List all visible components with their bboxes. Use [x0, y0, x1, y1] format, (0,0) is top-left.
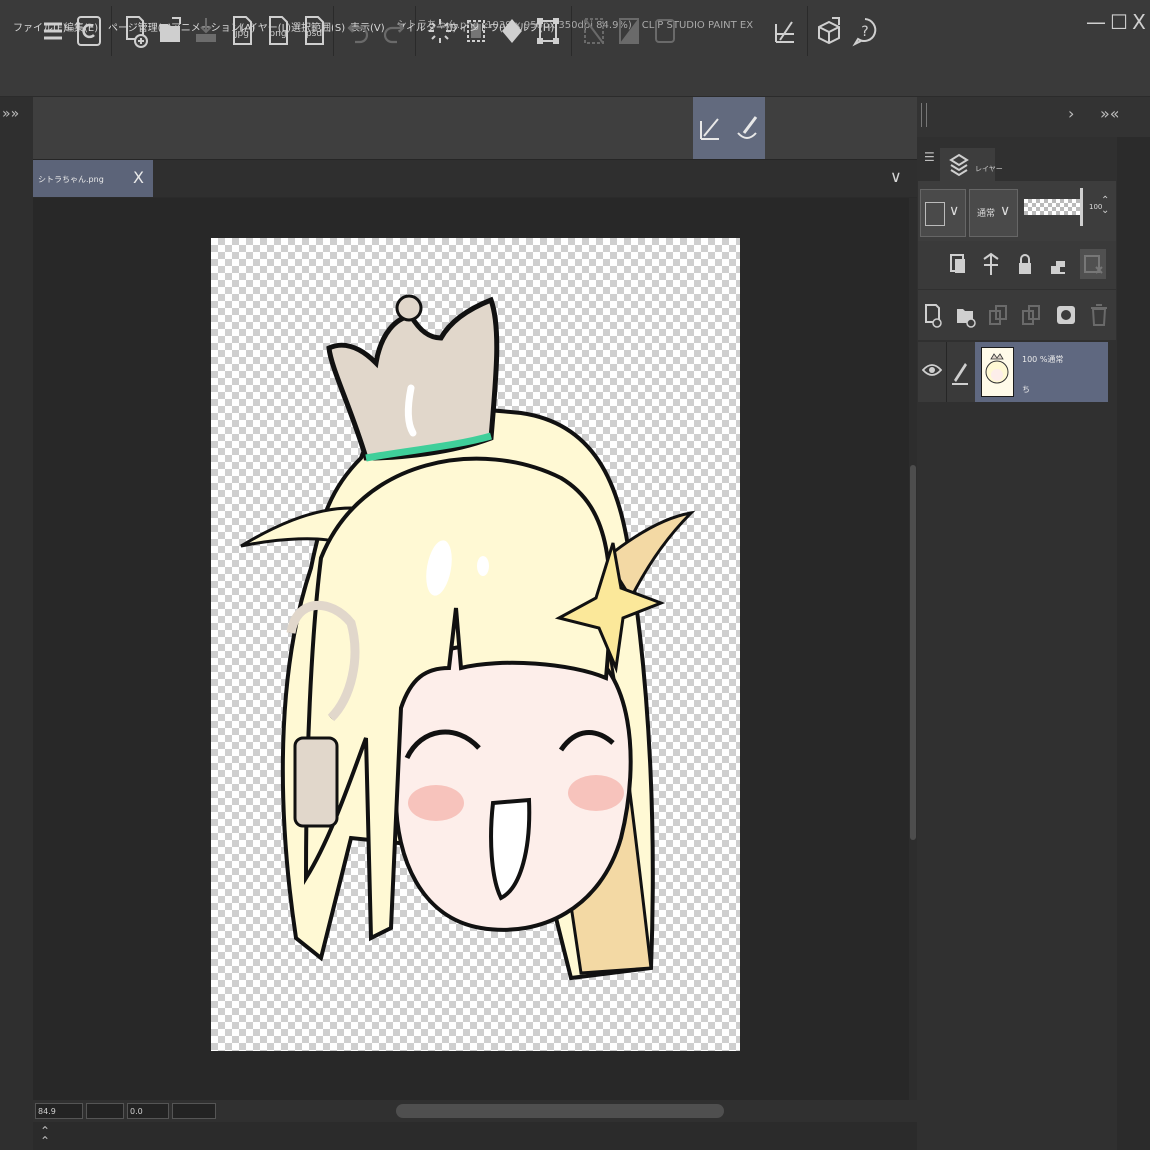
document-tab-label: シトラちゃん.png — [38, 175, 104, 184]
hair-highlight-small — [477, 556, 489, 576]
pen-icon[interactable] — [950, 358, 970, 390]
jpg-label: jpg — [234, 29, 249, 39]
opacity-slider-handle[interactable] — [1080, 188, 1083, 226]
toolbar-separator — [111, 6, 112, 56]
zoom-slider[interactable] — [86, 1103, 124, 1119]
help-icon[interactable]: ? — [848, 7, 882, 55]
invert-selection-icon — [612, 7, 646, 55]
chevron-down-icon[interactable]: ∨ — [890, 167, 902, 186]
show-selection-icon — [648, 7, 682, 55]
panel-menu-icon[interactable]: ☰ — [924, 150, 935, 164]
collapse-panel-icon[interactable]: »« — [1100, 104, 1120, 123]
export-jpg-icon[interactable]: jpg — [225, 7, 259, 55]
character-illustration — [240, 294, 696, 981]
opacity-stepper-icon[interactable]: ⌃ ⌄ — [1101, 196, 1109, 216]
lock-transparency-icon[interactable] — [1045, 249, 1071, 279]
snap-grid-icon[interactable] — [768, 7, 802, 55]
bottom-dock-strip — [33, 1122, 917, 1150]
fill-icon[interactable] — [495, 7, 529, 55]
transfer-down-icon — [985, 300, 1011, 330]
expand-bottom-icon[interactable]: ⌃ ⌃ — [40, 1125, 50, 1147]
delete-layer-icon — [1086, 300, 1112, 330]
command-bar — [33, 97, 917, 160]
layer-sublabel: ち — [1022, 385, 1030, 394]
rotation-slider[interactable] — [172, 1103, 216, 1119]
document-tab-bar — [33, 160, 917, 197]
opacity-slider[interactable] — [1024, 199, 1080, 215]
cheek-right — [568, 775, 624, 811]
snap-ruler-icon[interactable] — [693, 97, 729, 159]
expand-left-icon[interactable]: »» — [2, 106, 19, 122]
color-expression-dropdown[interactable]: ∨ — [920, 189, 966, 237]
create-mask-icon[interactable] — [1053, 300, 1079, 330]
clip-studio-icon[interactable] — [72, 7, 106, 55]
layer-name: 100 %通常 — [1022, 355, 1064, 364]
new-folder-icon[interactable] — [952, 300, 978, 330]
open-file-icon[interactable] — [154, 7, 188, 55]
clip-layer-icon[interactable] — [945, 249, 971, 279]
close-button[interactable]: X — [1126, 8, 1150, 36]
eye-icon[interactable] — [921, 362, 943, 382]
vertical-scroll-thumb[interactable] — [910, 465, 916, 840]
grip-icon[interactable] — [921, 103, 927, 127]
document-tab[interactable]: シトラちゃん.png X — [33, 160, 153, 197]
close-tab-icon[interactable]: X — [133, 168, 144, 187]
svg-text:?: ? — [861, 24, 868, 40]
merge-down-icon — [1018, 300, 1044, 330]
psd-label: psd — [306, 29, 322, 39]
transform-icon[interactable] — [531, 7, 565, 55]
chevron-right-icon[interactable]: › — [1068, 104, 1074, 123]
cheek-left — [408, 785, 464, 821]
reference-layer-icon[interactable] — [978, 249, 1004, 279]
right-dock-strip — [1117, 137, 1150, 1150]
new-file-icon[interactable] — [118, 7, 152, 55]
layers-icon — [949, 153, 969, 177]
left-dock-strip — [0, 97, 33, 1150]
color-swatch — [925, 202, 945, 226]
zoom-field[interactable]: 84.9 — [35, 1103, 83, 1119]
toolbar-separator — [571, 6, 572, 56]
clear-icon[interactable] — [423, 7, 457, 55]
chevron-down-icon: ∨ — [949, 203, 960, 219]
layer-thumbnail — [981, 347, 1014, 397]
rotation-field[interactable]: 0.0 — [127, 1103, 169, 1119]
assets-icon[interactable] — [812, 7, 846, 55]
toolbar-separator — [333, 6, 334, 56]
hair-charm — [293, 736, 339, 828]
lock-icon[interactable] — [1012, 249, 1038, 279]
new-raster-layer-icon[interactable] — [920, 300, 946, 330]
snap-brush-icon[interactable] — [729, 97, 765, 159]
export-psd-icon[interactable]: psd — [297, 7, 331, 55]
deselect-icon — [577, 7, 611, 55]
toolbar-separator — [807, 6, 808, 56]
png-label: png — [269, 29, 286, 39]
save-icon — [189, 7, 223, 55]
canvas-document[interactable] — [211, 238, 740, 1051]
export-png-icon[interactable]: png — [261, 7, 295, 55]
clear-outside-icon[interactable] — [459, 7, 493, 55]
crown-jewel — [395, 294, 423, 322]
horizontal-scroll-thumb[interactable] — [396, 1104, 724, 1118]
chevron-down-icon: ∨ — [1000, 203, 1011, 219]
blend-mode-value: 通常 — [977, 209, 996, 219]
redo-icon — [377, 7, 411, 55]
toolbar-separator — [415, 6, 416, 56]
undo-icon — [341, 7, 375, 55]
menu-icon[interactable] — [36, 7, 70, 55]
mask-toggle-icon — [1080, 249, 1106, 279]
layer-tab-label: レイヤー — [975, 165, 1003, 173]
